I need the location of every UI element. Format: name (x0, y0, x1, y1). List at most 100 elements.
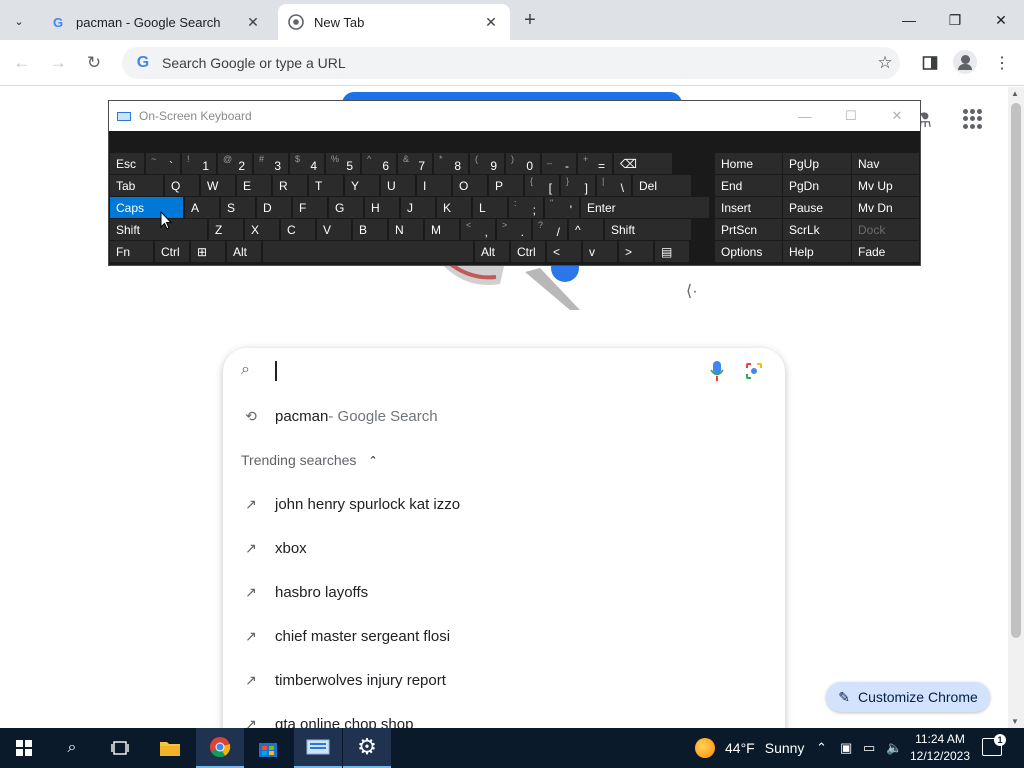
volume-muted-icon[interactable]: 🔈 (886, 728, 902, 768)
osk-key-s[interactable]: S (221, 197, 255, 218)
osk-key-0[interactable]: ) 0 (506, 153, 540, 174)
file-explorer-button[interactable] (146, 728, 194, 768)
microphone-icon[interactable] (710, 360, 724, 382)
osk-key-h[interactable]: H (365, 197, 399, 218)
osk-key-mvdn[interactable]: Mv Dn (852, 197, 919, 218)
chrome-menu-button[interactable]: ⋮ (989, 50, 1015, 76)
osk-key-symbol[interactable]: + = (578, 153, 612, 174)
osk-key-l[interactable]: L (473, 197, 507, 218)
tab-pacman-search[interactable]: G pacman - Google Search ✕ (40, 4, 272, 40)
scroll-up-icon[interactable]: ▲ (1011, 89, 1019, 98)
osk-key-nav[interactable]: Nav (852, 153, 919, 174)
osk-key-v[interactable]: V (317, 219, 351, 240)
osk-key-scrlk[interactable]: ScrLk (783, 219, 851, 240)
task-view-button[interactable] (96, 728, 144, 768)
osk-key-symbol[interactable]: :; (509, 197, 543, 218)
new-tab-button[interactable]: + (518, 8, 542, 32)
osk-key-symbol[interactable]: > (619, 241, 653, 262)
osk-key-enter[interactable]: Enter (581, 197, 709, 218)
osk-key-help[interactable]: Help (783, 241, 851, 262)
osk-key-ctrl[interactable]: Ctrl (155, 241, 189, 262)
osk-key-symbol[interactable]: ⌫ (614, 153, 672, 174)
osk-key-o[interactable]: O (453, 175, 487, 196)
weather-widget[interactable]: 44°F Sunny (695, 728, 804, 768)
customize-chrome-button[interactable]: ✎ Customize Chrome (826, 682, 990, 712)
osk-key-t[interactable]: T (309, 175, 343, 196)
osk-key-space[interactable] (263, 241, 473, 262)
osk-key-del[interactable]: Del (633, 175, 691, 196)
osk-key-6[interactable]: ^ 6 (362, 153, 396, 174)
osk-key-symbol[interactable]: ⊞ (191, 241, 225, 262)
osk-key-k[interactable]: K (437, 197, 471, 218)
tab-new-tab[interactable]: New Tab ✕ (278, 4, 510, 40)
osk-key-mvup[interactable]: Mv Up (852, 175, 919, 196)
osk-key-f[interactable]: F (293, 197, 327, 218)
osk-key-shift[interactable]: Shift (110, 219, 207, 240)
omnibox[interactable]: G Search Google or type a URL ☆ (122, 47, 900, 79)
osk-minimize-button[interactable]: — (782, 109, 828, 124)
osk-key-c[interactable]: C (281, 219, 315, 240)
osk-key-esc[interactable]: Esc (110, 153, 144, 174)
osk-key-symbol[interactable]: ~ ` (146, 153, 180, 174)
osk-key-alt[interactable]: Alt (227, 241, 261, 262)
osk-key-insert[interactable]: Insert (715, 197, 782, 218)
osk-key-3[interactable]: #3 (254, 153, 288, 174)
osk-key-fn[interactable]: Fn (110, 241, 153, 262)
settings-taskbar-button[interactable]: ⚙ (343, 728, 391, 768)
osk-key-symbol[interactable]: {[ (525, 175, 559, 196)
profile-avatar[interactable] (953, 50, 977, 74)
osk-key-p[interactable]: P (489, 175, 523, 196)
osk-key-u[interactable]: U (381, 175, 415, 196)
osk-key-9[interactable]: (9 (470, 153, 504, 174)
chrome-taskbar-button[interactable] (196, 728, 244, 768)
osk-key-x[interactable]: X (245, 219, 279, 240)
back-button[interactable]: ← (9, 50, 35, 76)
osk-key-symbol[interactable]: _ - (542, 153, 576, 174)
scrollbar-thumb[interactable] (1011, 103, 1021, 638)
osk-key-2[interactable]: @2 (218, 153, 252, 174)
osk-key-symbol[interactable]: | \ (597, 175, 631, 196)
osk-key-fade[interactable]: Fade (852, 241, 919, 262)
osk-key-symbol[interactable]: >. (497, 219, 531, 240)
meet-now-icon[interactable]: ▣ (840, 728, 852, 768)
osk-key-symbol[interactable]: <, (461, 219, 495, 240)
page-scrollbar[interactable]: ▲ ▼ (1008, 87, 1024, 728)
osk-key-dock[interactable]: Dock (852, 219, 919, 240)
osk-key-end[interactable]: End (715, 175, 782, 196)
osk-key-options[interactable]: Options (715, 241, 782, 262)
osk-key-pgdn[interactable]: PgDn (783, 175, 851, 196)
osk-taskbar-button[interactable] (294, 728, 342, 768)
suggestion-recent[interactable]: ⟲ pacman - Google Search (223, 394, 785, 438)
google-lens-icon[interactable] (745, 362, 763, 380)
minimize-button[interactable]: — (886, 0, 932, 40)
osk-key-r[interactable]: R (273, 175, 307, 196)
osk-key-caps[interactable]: Caps (110, 197, 183, 218)
osk-key-8[interactable]: * 8 (434, 153, 468, 174)
osk-key-tab[interactable]: Tab (110, 175, 163, 196)
osk-key-prtscn[interactable]: PrtScn (715, 219, 782, 240)
osk-key-z[interactable]: Z (209, 219, 243, 240)
taskbar-search-button[interactable]: ⌕ (48, 728, 96, 768)
search-input-row[interactable]: ⌕ (223, 348, 785, 394)
forward-button[interactable]: → (45, 50, 71, 76)
scroll-down-icon[interactable]: ▼ (1011, 717, 1019, 726)
osk-key-a[interactable]: A (185, 197, 219, 218)
osk-key-1[interactable]: ! 1 (182, 153, 216, 174)
bookmark-star-icon[interactable]: ☆ (870, 53, 900, 73)
reload-button[interactable]: ↻ (81, 50, 107, 76)
network-icon[interactable]: ▭ (863, 728, 875, 768)
trending-item[interactable]: ↗ chief master sergeant flosi (223, 614, 785, 658)
osk-key-ctrl[interactable]: Ctrl (511, 241, 545, 262)
restore-button[interactable]: ❐ (932, 0, 978, 40)
osk-key-7[interactable]: & 7 (398, 153, 432, 174)
osk-key-g[interactable]: G (329, 197, 363, 218)
osk-key-q[interactable]: Q (165, 175, 199, 196)
store-taskbar-button[interactable] (244, 728, 292, 768)
osk-maximize-button[interactable]: ☐ (828, 108, 874, 124)
osk-key-b[interactable]: B (353, 219, 387, 240)
osk-key-v[interactable]: v (583, 241, 617, 262)
trending-item[interactable]: ↗ hasbro layoffs (223, 570, 785, 614)
osk-key-y[interactable]: Y (345, 175, 379, 196)
osk-key-i[interactable]: I (417, 175, 451, 196)
osk-key-symbol[interactable]: ? / (533, 219, 567, 240)
